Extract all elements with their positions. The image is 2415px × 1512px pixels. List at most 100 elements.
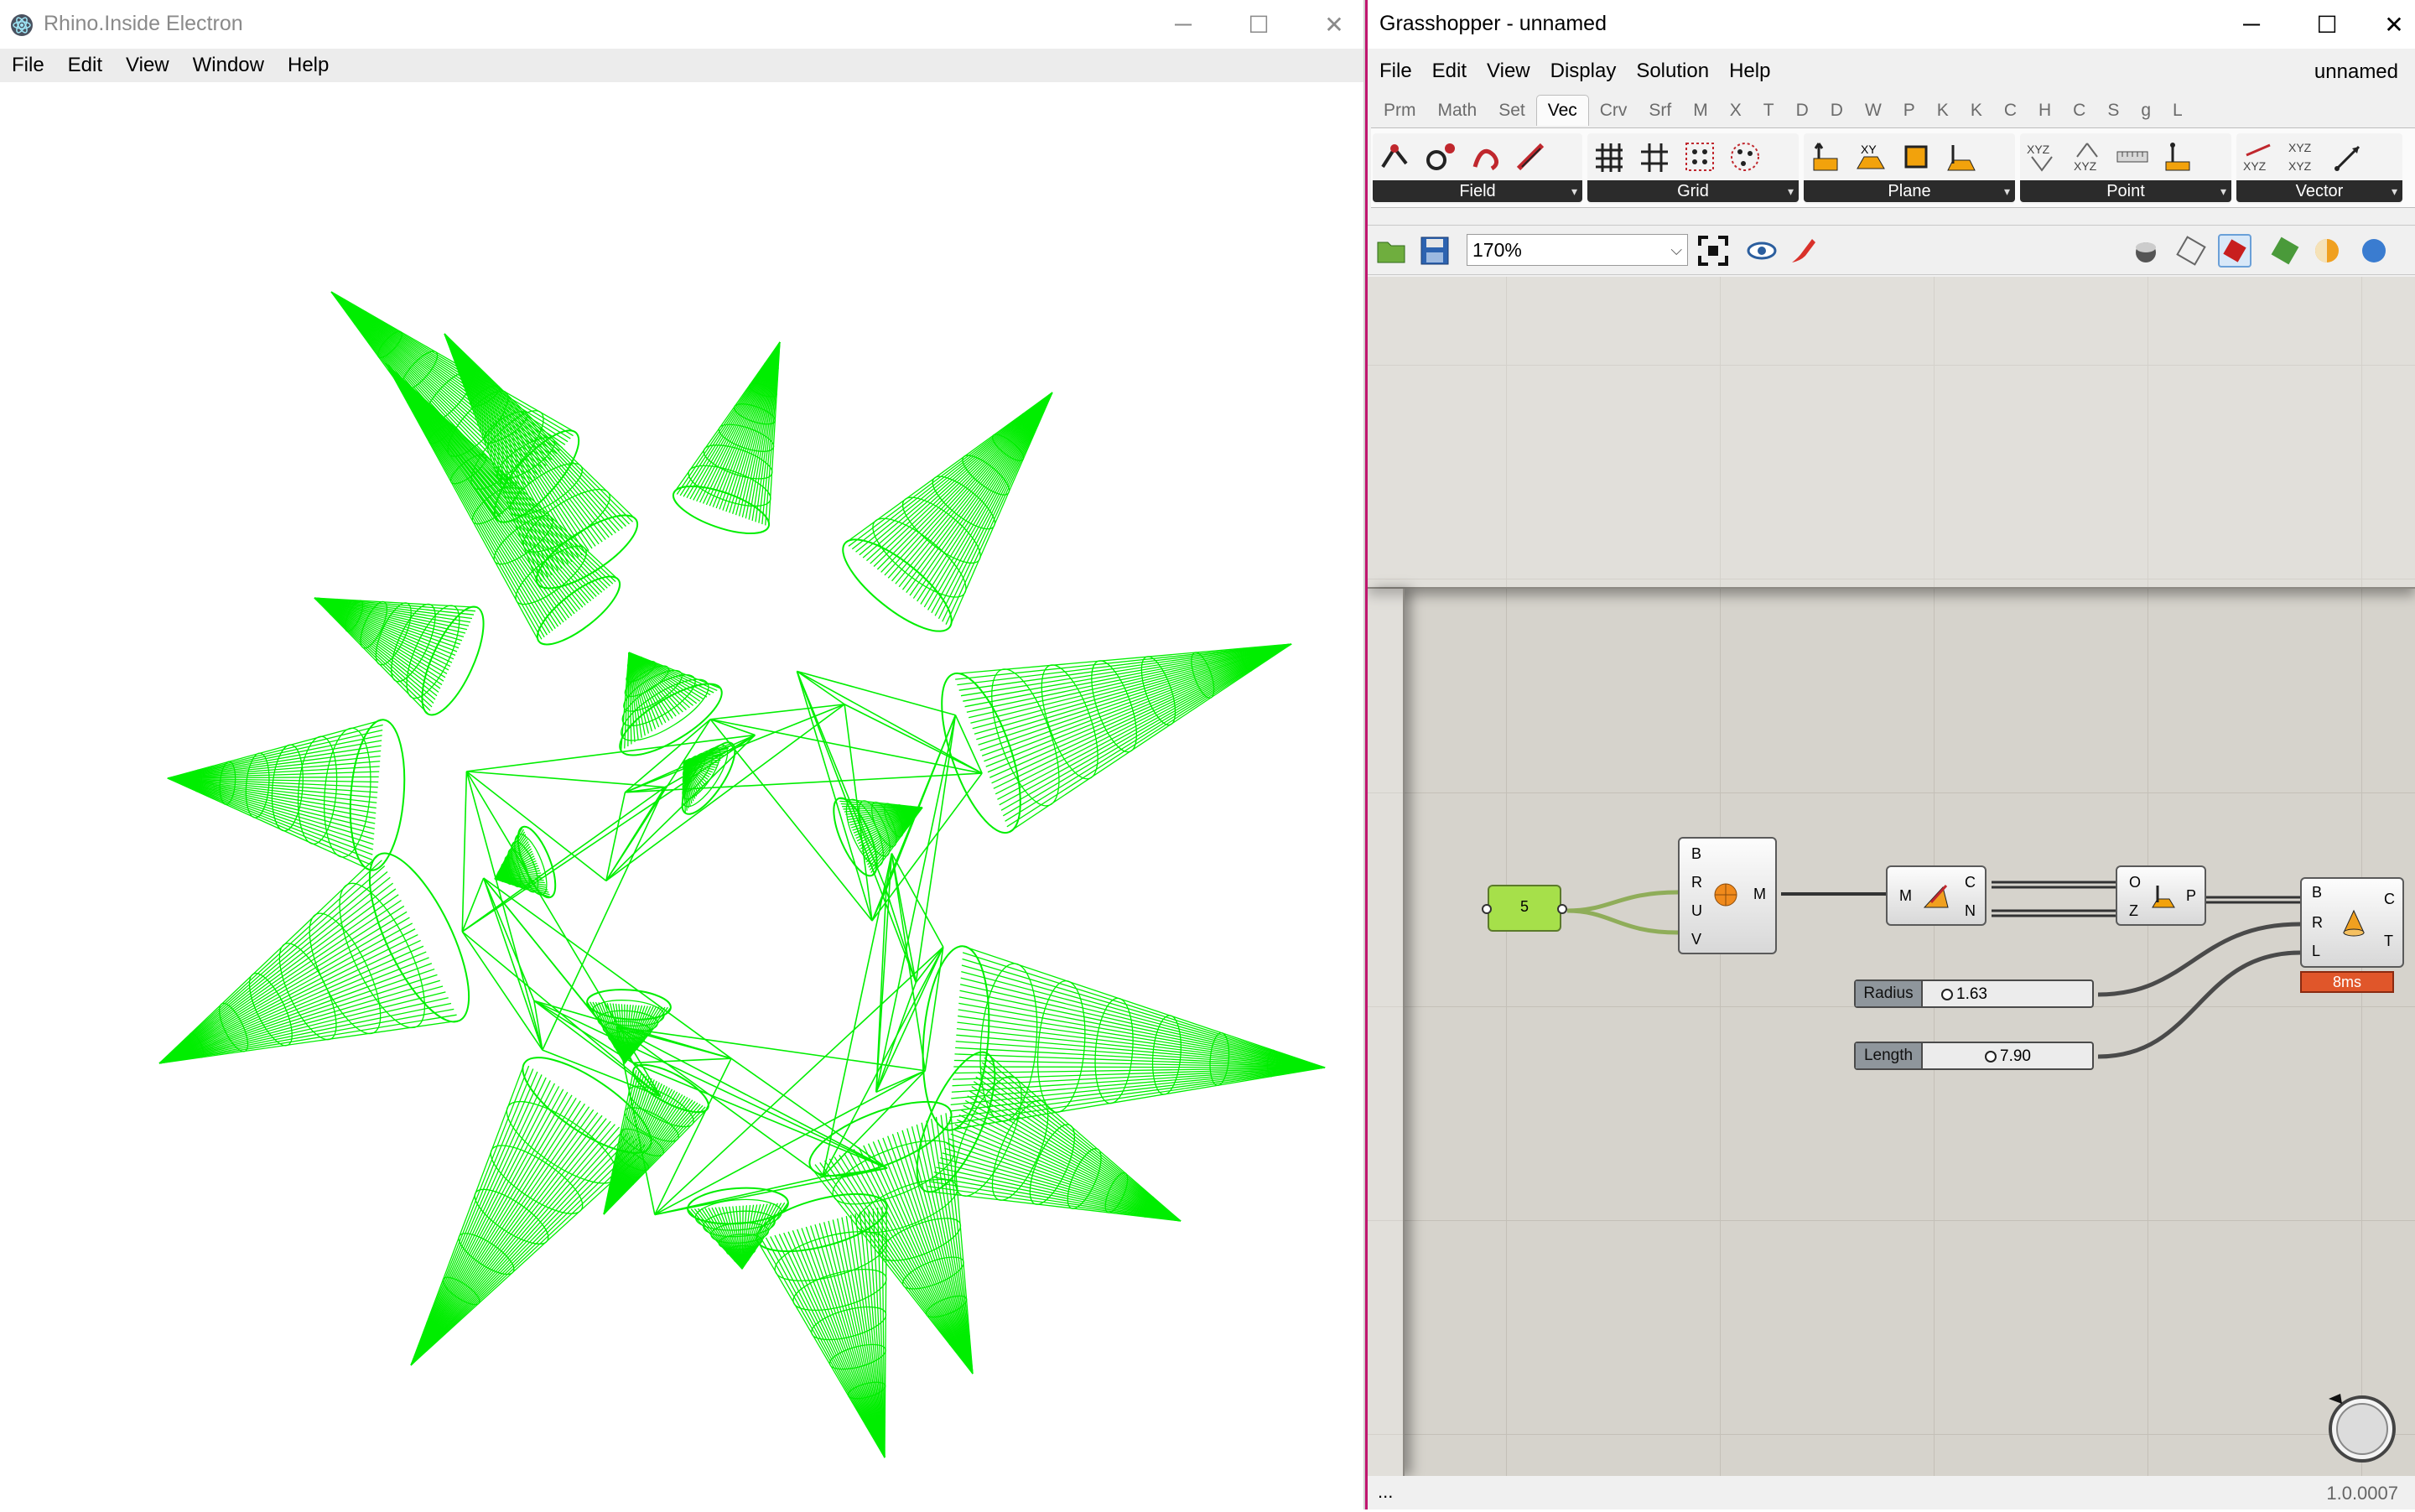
preview-shaded-icon[interactable] (2218, 234, 2251, 268)
gh-menu-help[interactable]: Help (1729, 60, 1770, 83)
close-button[interactable]: ✕ (1296, 0, 1372, 49)
line-charge-icon[interactable] (1376, 138, 1413, 175)
left-menubar: File Edit View Window Help (0, 49, 1363, 82)
tab-math-1[interactable]: Math (1427, 101, 1488, 126)
tab-k-13[interactable]: K (1926, 101, 1960, 126)
ribbon-label-field: Field (1459, 182, 1495, 200)
display-sphere-icon[interactable] (2357, 234, 2391, 268)
cone-icon (2339, 907, 2369, 938)
tab-g-19[interactable]: g (2130, 101, 2162, 126)
maximize-button[interactable]: ☐ (1221, 0, 1296, 49)
radius-slider[interactable]: Radius 1.63 (1854, 979, 2094, 1008)
preview-off-icon[interactable] (2129, 234, 2163, 268)
gh-menu-file[interactable]: File (1379, 60, 1412, 83)
grasshopper-window: Grasshopper - unnamed ─ ☐ ✕ File Edit Vi… (1365, 0, 2415, 1509)
vector-2pt-icon[interactable] (2330, 138, 2367, 175)
menu-edit[interactable]: Edit (68, 54, 102, 77)
rectangular-grid-icon[interactable] (1591, 138, 1628, 175)
save-icon[interactable] (1418, 234, 1452, 268)
input-b: B (2312, 884, 2322, 901)
deconstruct-vector-icon[interactable]: XYZXYZ (2285, 138, 2322, 175)
tab-vec-3[interactable]: Vec (1536, 95, 1589, 126)
tab-crv-4[interactable]: Crv (1589, 101, 1639, 126)
tab-p-12[interactable]: P (1893, 101, 1926, 126)
cone-component[interactable]: B R L C T (2300, 877, 2404, 968)
tab-prm-0[interactable]: Prm (1373, 101, 1427, 126)
menu-help[interactable]: Help (288, 54, 329, 77)
gh-menu-display[interactable]: Display (1550, 60, 1617, 83)
gh-minimize-button[interactable]: ─ (2214, 0, 2289, 49)
construct-point-icon[interactable]: XYZ (2023, 138, 2060, 175)
vector-force-icon[interactable] (1512, 138, 1549, 175)
tab-d-10[interactable]: D (1820, 101, 1854, 126)
tab-s-18[interactable]: S (2096, 101, 2130, 126)
sketch-brush-icon[interactable] (1787, 234, 1820, 268)
gh-menu-solution[interactable]: Solution (1636, 60, 1709, 83)
tab-h-16[interactable]: H (2028, 101, 2062, 126)
ribbon-group-plane: XY Plane▾ (1804, 133, 2015, 204)
xy-plane-icon[interactable]: XY (1852, 138, 1889, 175)
number-output-pin[interactable] (1557, 904, 1567, 914)
tab-c-15[interactable]: C (1993, 101, 2028, 126)
tab-k-14[interactable]: K (1960, 101, 1993, 126)
number-parameter[interactable]: 5 (1488, 885, 1561, 932)
menu-view[interactable]: View (126, 54, 169, 77)
menu-file[interactable]: File (12, 54, 44, 77)
open-folder-icon[interactable] (1374, 234, 1408, 268)
tab-w-11[interactable]: W (1854, 101, 1893, 126)
slider-knob[interactable] (1985, 1051, 1997, 1063)
zoom-select[interactable]: 170%⌵ (1467, 234, 1688, 266)
canvas-navigation-widget-icon[interactable] (2322, 1389, 2397, 1464)
construct-plane-icon[interactable] (1898, 138, 1935, 175)
square-grid-icon[interactable] (1636, 138, 1673, 175)
svg-text:XY: XY (1861, 143, 1877, 156)
tab-t-8[interactable]: T (1753, 101, 1785, 126)
spin-force-icon[interactable] (1467, 138, 1504, 175)
preview-eye-icon[interactable] (1745, 234, 1779, 268)
tab-l-20[interactable]: L (2162, 101, 2194, 126)
gh-maximize-button[interactable]: ☐ (2289, 0, 2365, 49)
grasshopper-canvas[interactable]: 5 B R U V M M C N O Z P B R (1368, 277, 2415, 1476)
tab-x-7[interactable]: X (1719, 101, 1753, 126)
preview-wireframe-icon[interactable] (2174, 234, 2208, 268)
tab-c-17[interactable]: C (2062, 101, 2096, 126)
plane-icon (2148, 881, 2178, 911)
group-dropdown-icon[interactable]: ▾ (1788, 180, 1794, 202)
group-dropdown-icon[interactable]: ▾ (2004, 180, 2010, 202)
point-charge-icon[interactable] (1421, 138, 1458, 175)
preview-mesh-icon[interactable] (2310, 234, 2344, 268)
component-ribbon: Field▾ Grid▾ XY Plane▾ XYZ XYZ (1371, 127, 2415, 208)
menu-window[interactable]: Window (193, 54, 264, 77)
align-plane-icon[interactable] (1807, 138, 1844, 175)
ribbon-group-field: Field ▾ (1373, 133, 1582, 204)
tab-m-6[interactable]: M (1682, 101, 1719, 126)
gh-close-button[interactable]: ✕ (2356, 0, 2415, 49)
hex-grid-icon[interactable] (1681, 138, 1718, 175)
evaluate-component[interactable]: M C N (1886, 865, 1987, 926)
selected-preview-icon[interactable] (2268, 234, 2302, 268)
electron-logo-icon (10, 13, 34, 37)
distance-icon[interactable] (2114, 138, 2151, 175)
vector-xyz-icon[interactable]: XYZ (2240, 138, 2277, 175)
minimize-button[interactable]: ─ (1145, 0, 1221, 49)
group-dropdown-icon[interactable]: ▾ (2220, 180, 2226, 202)
profiler-time-badge: 8ms (2300, 971, 2394, 993)
tab-set-2[interactable]: Set (1488, 101, 1536, 126)
point-polar-icon[interactable] (2159, 138, 2196, 175)
zoom-extents-icon[interactable] (1696, 234, 1730, 268)
3d-viewport[interactable] (0, 82, 1363, 1509)
gh-menu-view[interactable]: View (1487, 60, 1530, 83)
group-dropdown-icon[interactable]: ▾ (2392, 180, 2397, 202)
tab-srf-5[interactable]: Srf (1638, 101, 1682, 126)
input-u: U (1691, 902, 1702, 920)
radial-grid-icon[interactable] (1727, 138, 1763, 175)
slider-knob[interactable] (1941, 989, 1953, 1000)
plane-normal-component[interactable]: O Z P (2116, 865, 2206, 926)
plane-normal-icon[interactable] (1943, 138, 1980, 175)
tab-d-9[interactable]: D (1785, 101, 1820, 126)
group-dropdown-icon[interactable]: ▾ (1571, 180, 1577, 202)
sphere-component[interactable]: B R U V M (1678, 837, 1777, 954)
length-slider[interactable]: Length 7.90 (1854, 1042, 2094, 1070)
gh-menu-edit[interactable]: Edit (1432, 60, 1467, 83)
deconstruct-point-icon[interactable]: XYZ (2069, 138, 2106, 175)
